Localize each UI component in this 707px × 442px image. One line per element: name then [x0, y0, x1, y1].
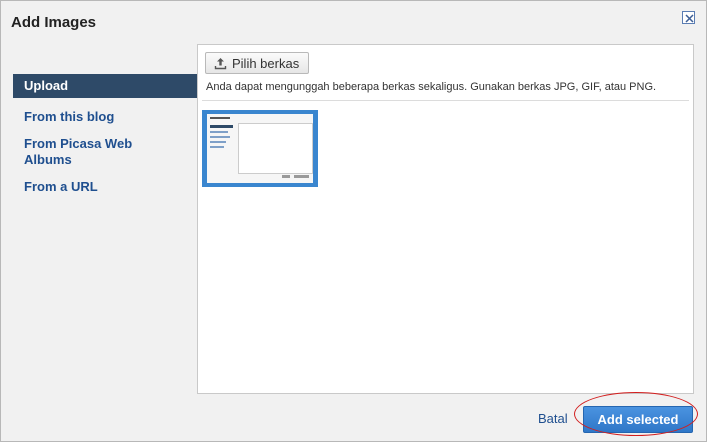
thumbnail-preview [207, 114, 313, 183]
sidebar-item-from-a-url[interactable]: From a URL [13, 175, 197, 199]
sidebar: Upload From this blog From Picasa Web Al… [13, 74, 209, 199]
dialog-title: Add Images [11, 14, 97, 31]
sidebar-item-from-picasa-web-albums[interactable]: From Picasa Web Albums [13, 132, 155, 172]
upload-icon [214, 57, 227, 69]
upload-panel: Pilih berkas Anda dapat mengunggah beber… [197, 44, 694, 394]
divider [202, 100, 689, 101]
add-selected-button[interactable]: Add selected [583, 406, 693, 433]
close-icon[interactable] [682, 11, 695, 24]
cancel-link[interactable]: Batal [538, 411, 568, 426]
add-images-dialog: Add Images Upload From this blog From Pi… [0, 0, 707, 442]
choose-files-label: Pilih berkas [232, 55, 300, 71]
image-thumbnail[interactable] [202, 110, 318, 187]
upload-hint: Anda dapat mengunggah beberapa berkas se… [206, 81, 657, 93]
sidebar-item-upload[interactable]: Upload [13, 74, 209, 98]
sidebar-item-from-this-blog[interactable]: From this blog [13, 105, 197, 129]
choose-files-button[interactable]: Pilih berkas [205, 52, 310, 74]
